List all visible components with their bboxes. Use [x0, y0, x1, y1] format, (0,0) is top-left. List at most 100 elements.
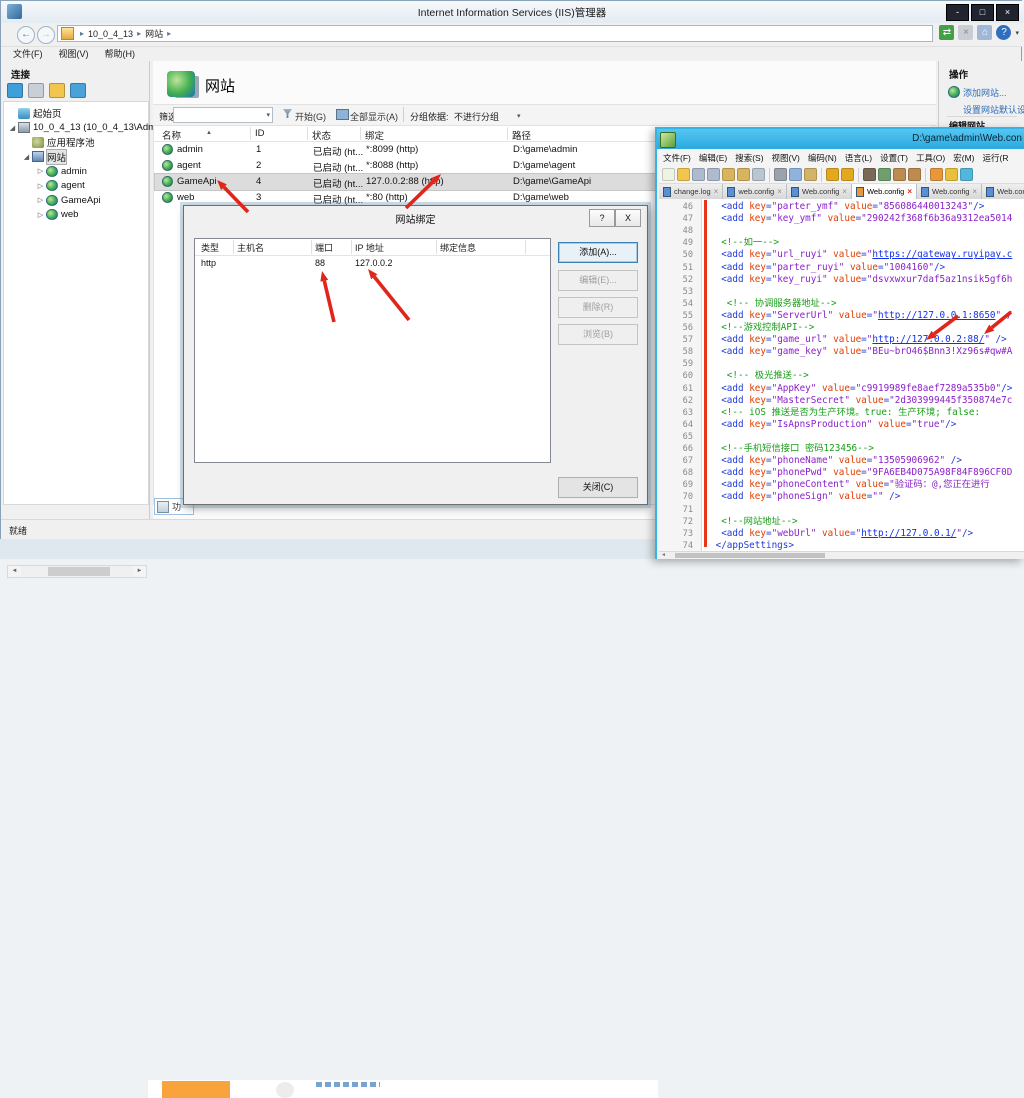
scroll-thumb[interactable]: [675, 553, 825, 558]
editor-tab-4[interactable]: Web.config×: [917, 184, 982, 199]
save-icon[interactable]: [692, 168, 705, 181]
copy-icon[interactable]: [789, 168, 802, 181]
expand-icon[interactable]: ▷: [36, 211, 45, 219]
breadcrumb-item[interactable]: 10_0_4_13: [88, 29, 133, 39]
close-icon[interactable]: [722, 168, 735, 181]
tab-close-icon[interactable]: ×: [972, 187, 977, 196]
zoom-out-icon[interactable]: [908, 168, 921, 181]
restart-icon[interactable]: ⇄: [939, 25, 954, 40]
binding-cell-2[interactable]: 88: [315, 258, 325, 268]
wrap-icon[interactable]: [960, 168, 973, 181]
close-button[interactable]: ×: [996, 4, 1019, 21]
save-all-icon[interactable]: [707, 168, 720, 181]
save-connections-icon[interactable]: [28, 83, 44, 98]
cut-icon[interactable]: [774, 168, 787, 181]
column-header-状态[interactable]: 状态: [312, 128, 331, 142]
tree-item-admin[interactable]: ▷admin: [36, 164, 87, 178]
column-header-名称[interactable]: 名称: [162, 128, 181, 142]
scroll-thumb[interactable]: [48, 567, 110, 576]
np-menu-编[interactable]: 编辑(E): [695, 149, 731, 166]
tree-item-网站[interactable]: ◢网站: [22, 150, 66, 164]
np-menu-编[interactable]: 编码(N): [804, 149, 841, 166]
print-icon[interactable]: [752, 168, 765, 181]
binding-cell-0[interactable]: http: [201, 258, 216, 268]
add-button[interactable]: 添加(A)...: [558, 242, 638, 263]
tree-item-web[interactable]: ▷web: [36, 208, 78, 222]
editor-tab-2[interactable]: Web.config×: [787, 184, 852, 199]
filter-go-button[interactable]: 开始(G): [295, 110, 326, 123]
tab-close-icon[interactable]: ×: [777, 187, 782, 196]
editor-horizontal-scrollbar[interactable]: ◄: [659, 551, 1024, 559]
scroll-right-icon[interactable]: ►: [133, 566, 146, 577]
chevron-down-icon[interactable]: ▾: [517, 112, 934, 120]
minimize-button[interactable]: -: [946, 4, 969, 21]
np-menu-语[interactable]: 语言(L): [841, 149, 876, 166]
tab-close-icon[interactable]: ×: [842, 187, 847, 196]
tree-item-GameApi[interactable]: ▷GameApi: [36, 193, 101, 207]
tree-horizontal-scrollbar[interactable]: ◄ ►: [7, 565, 147, 578]
connect-server-icon[interactable]: [7, 83, 23, 98]
np-menu-运[interactable]: 运行(R: [978, 149, 1012, 166]
column-header-绑定[interactable]: 绑定: [365, 128, 384, 142]
tree-item-agent[interactable]: ▷agent: [36, 179, 85, 193]
scroll-left-icon[interactable]: ◄: [661, 552, 666, 559]
np-menu-设[interactable]: 设置(T): [876, 149, 912, 166]
up-folder-icon[interactable]: [49, 83, 65, 98]
tree-item-应用程序池[interactable]: 应用程序池: [22, 135, 95, 149]
breadcrumb[interactable]: ▸10_0_4_13▸网站▸: [57, 25, 933, 42]
find-icon[interactable]: [863, 168, 876, 181]
redo-icon[interactable]: [841, 168, 854, 181]
delete-connection-icon[interactable]: [70, 83, 86, 98]
binding-column-2[interactable]: 端口: [315, 241, 333, 254]
np-menu-视[interactable]: 视图(V): [768, 149, 804, 166]
tab-close-icon[interactable]: ×: [907, 187, 912, 196]
home-icon[interactable]: ⌂: [977, 25, 992, 40]
menu-视[interactable]: 视图(V): [55, 46, 93, 61]
zoom-in-icon[interactable]: [893, 168, 906, 181]
chevron-down-icon[interactable]: ▾: [1015, 29, 1019, 37]
record-macro-icon[interactable]: [930, 168, 943, 181]
close-icon[interactable]: X: [615, 209, 641, 227]
editor-tab-5[interactable]: Web.config×: [982, 184, 1024, 199]
action-link-add-site[interactable]: 添加网站...: [963, 86, 1007, 99]
show-all-button[interactable]: 全部显示(A): [350, 110, 398, 123]
back-button[interactable]: ←: [17, 26, 35, 44]
column-header-路径[interactable]: 路径: [512, 128, 531, 142]
binding-column-1[interactable]: 主机名: [237, 241, 264, 254]
column-header-ID[interactable]: ID: [255, 128, 265, 139]
menu-帮[interactable]: 帮助(H): [101, 46, 140, 61]
group-by-dropdown[interactable]: 不进行分组: [454, 110, 499, 123]
maximize-button[interactable]: □: [971, 4, 994, 21]
collapse-icon[interactable]: ◢: [22, 153, 31, 161]
filter-input[interactable]: ▾: [173, 107, 273, 123]
binding-cell-3[interactable]: 127.0.0.2: [355, 258, 393, 268]
np-menu-搜[interactable]: 搜索(S): [731, 149, 767, 166]
help-button[interactable]: ?: [589, 209, 615, 227]
close-all-icon[interactable]: [737, 168, 750, 181]
binding-column-3[interactable]: IP 地址: [355, 241, 384, 254]
breadcrumb-item[interactable]: 网站: [145, 27, 163, 40]
help-icon[interactable]: ?: [996, 25, 1011, 40]
undo-icon[interactable]: [826, 168, 839, 181]
stop-icon[interactable]: ×: [958, 25, 973, 40]
action-link-set-defaults[interactable]: 设置网站默认设置...: [963, 103, 1024, 116]
scroll-left-icon[interactable]: ◄: [8, 566, 21, 577]
menu-文[interactable]: 文件(F): [9, 46, 47, 61]
expand-icon[interactable]: ▷: [36, 196, 45, 204]
paste-icon[interactable]: [804, 168, 817, 181]
np-menu-工[interactable]: 工具(O): [912, 149, 949, 166]
tree-item-起始页[interactable]: 起始页: [8, 106, 62, 120]
new-file-icon[interactable]: [662, 168, 675, 181]
play-macro-icon[interactable]: [945, 168, 958, 181]
replace-icon[interactable]: [878, 168, 891, 181]
np-menu-宏[interactable]: 宏(M): [949, 149, 978, 166]
close-button[interactable]: 关闭(C): [558, 477, 638, 498]
expand-icon[interactable]: ▷: [36, 182, 45, 190]
code-editor[interactable]: 46 <add key="parter_ymf" value="85608644…: [659, 199, 1024, 551]
binding-column-0[interactable]: 类型: [201, 241, 219, 254]
tab-close-icon[interactable]: ×: [714, 187, 719, 196]
binding-column-4[interactable]: 绑定信息: [440, 241, 476, 254]
expand-icon[interactable]: ▷: [36, 167, 45, 175]
np-menu-文[interactable]: 文件(F): [659, 149, 695, 166]
forward-button[interactable]: →: [37, 26, 55, 44]
